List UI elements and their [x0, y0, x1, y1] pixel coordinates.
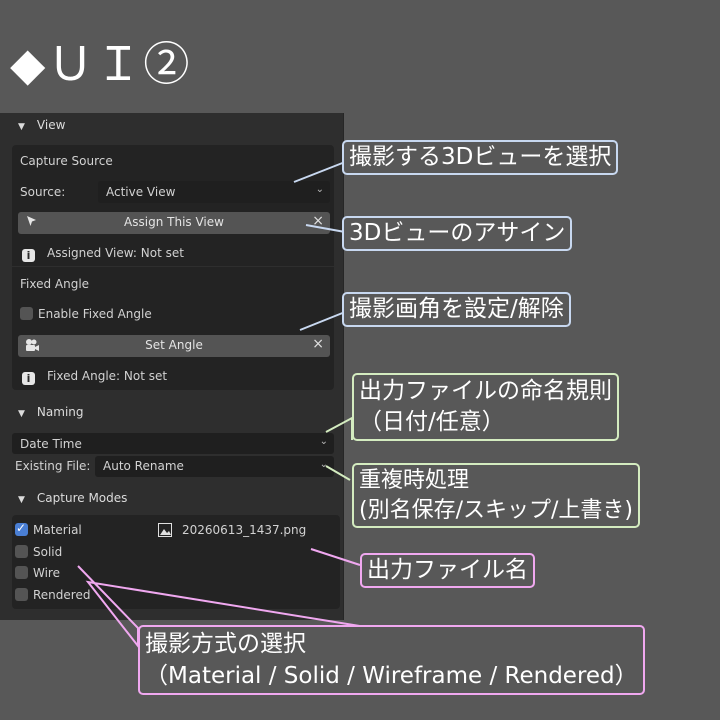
callout-duplicate-line2: (別名保存/スキップ/上書き)	[359, 497, 633, 523]
leader-lines	[77, 161, 373, 649]
callout-duplicate-line1: 重複時処理	[359, 468, 470, 493]
callout-naming-line1: 出力ファイルの命名規則	[359, 378, 612, 404]
leader-line	[325, 465, 351, 481]
callout-naming: 出力ファイルの命名規則 （日付/任意）	[352, 373, 619, 442]
leader-line	[299, 311, 346, 331]
leader-line	[305, 224, 346, 233]
leader-line	[310, 548, 361, 566]
callout-capture-mode: 撮影方式の選択 （Material / Solid / Wireframe / …	[138, 625, 645, 696]
leader-line	[325, 416, 353, 440]
callout-mode-line1: 撮影方式の選択	[145, 631, 306, 657]
callout-naming-line2: （日付/任意）	[359, 409, 505, 436]
callout-mode-line2: （Material / Solid / Wireframe / Rendered…	[145, 663, 638, 690]
callout-duplicate: 重複時処理 (別名保存/スキップ/上書き)	[352, 463, 640, 529]
callout-assign-view: 3Dビューのアサイン	[342, 216, 573, 251]
callout-filename: 出力ファイル名	[360, 553, 535, 588]
callout-select-view: 撮影する3Dビューを選択	[342, 140, 619, 175]
callout-set-angle: 撮影画角を設定/解除	[342, 292, 571, 327]
leader-line	[293, 161, 346, 183]
